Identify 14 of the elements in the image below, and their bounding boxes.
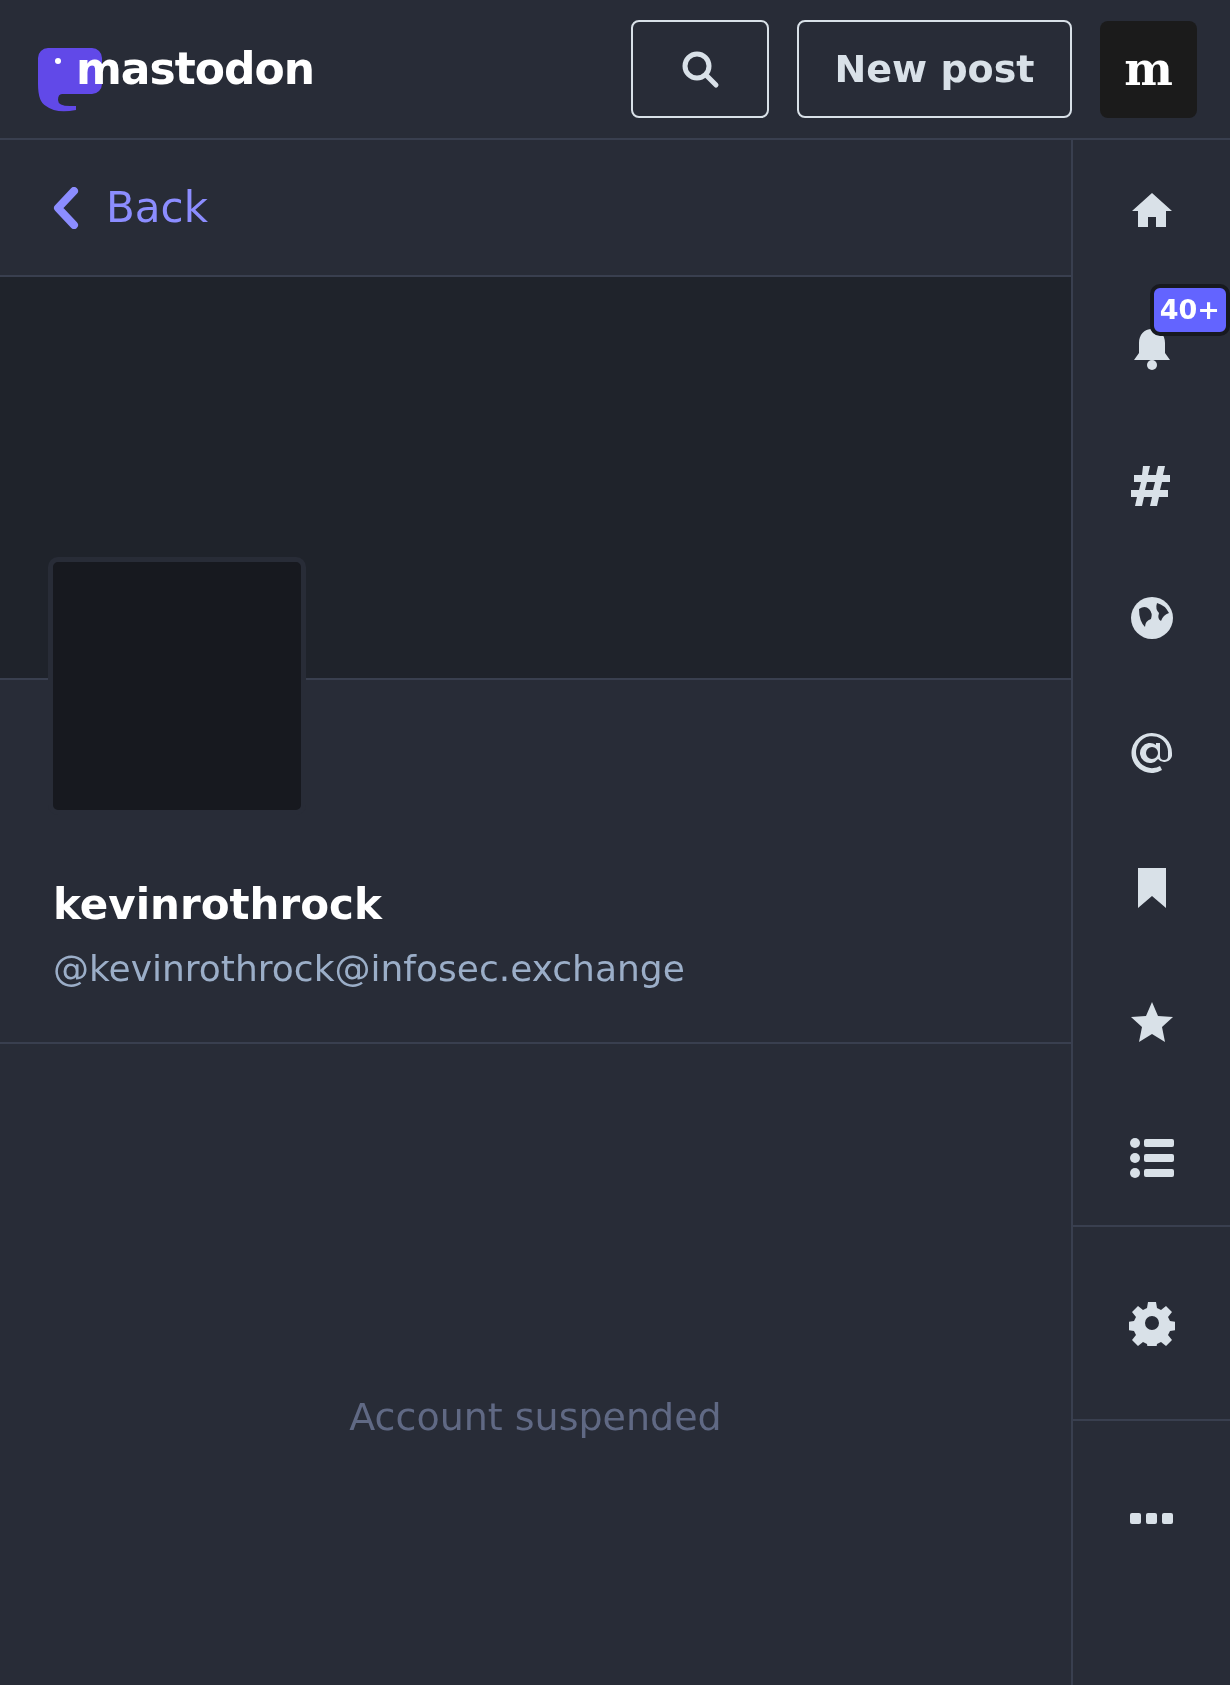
notification-badge: 40+ — [1149, 284, 1230, 336]
more-icon — [1130, 1512, 1173, 1524]
display-name: kevinrothrock — [53, 879, 384, 931]
sidebar-more-link[interactable] — [1130, 1512, 1173, 1524]
new-post-button[interactable]: New post — [797, 20, 1072, 118]
status-message: Account suspended — [348, 1394, 723, 1441]
back-link[interactable]: Back — [52, 176, 208, 239]
account-button[interactable]: m — [1100, 20, 1197, 118]
sidebar-globe-link[interactable] — [1128, 594, 1175, 641]
account-handle: @kevinrothrock@infosec.exchange — [53, 947, 686, 991]
settings-icon — [1128, 1300, 1175, 1346]
globe-icon — [1128, 594, 1175, 641]
search-button[interactable] — [631, 20, 769, 118]
sidebar-settings-link[interactable] — [1128, 1300, 1175, 1346]
